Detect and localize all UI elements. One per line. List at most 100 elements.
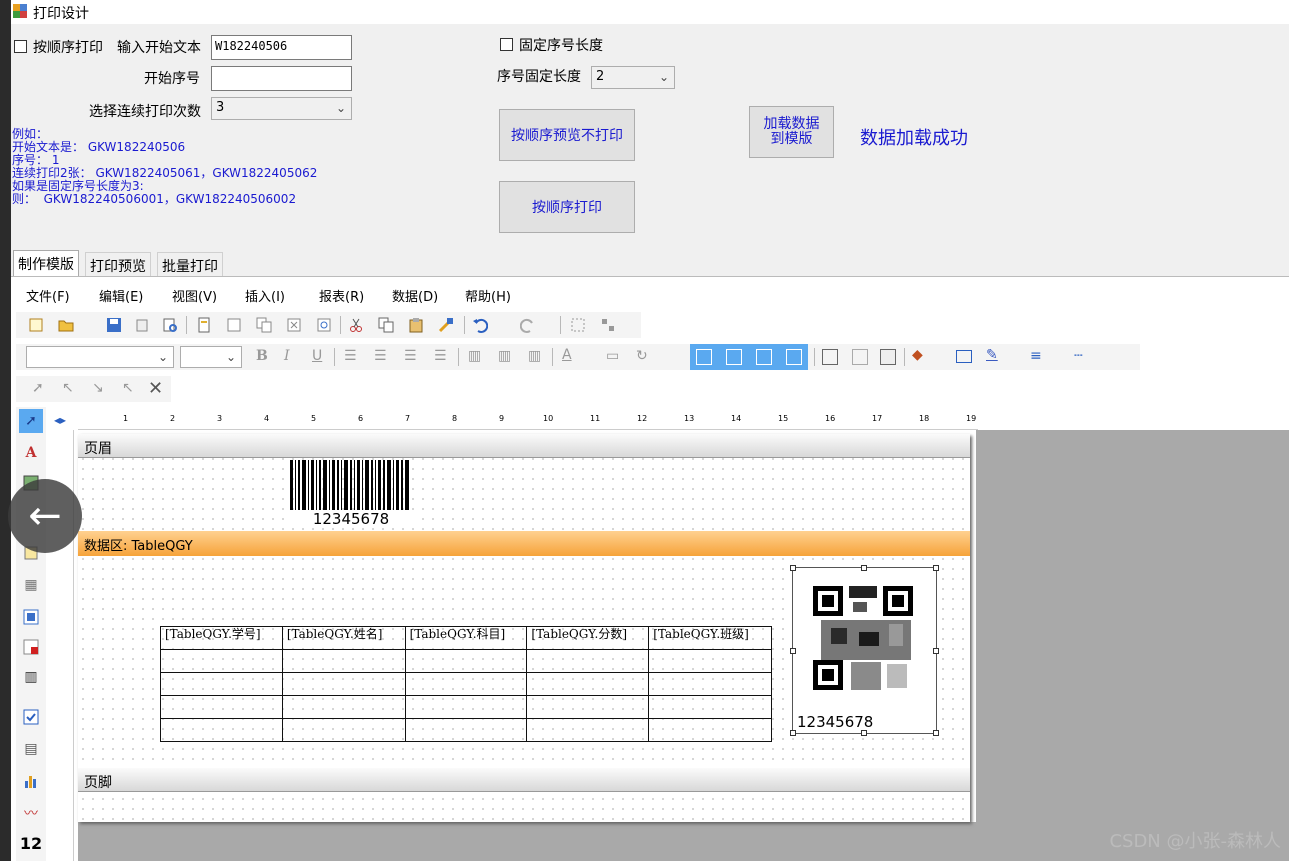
data-table[interactable]: [TableQGY.学号] [TableQGY.姓名] [TableQGY.科目… [160, 626, 772, 742]
italic-icon[interactable]: I [284, 348, 290, 364]
duplicate-icon[interactable] [256, 317, 272, 333]
table-header-cell[interactable]: [TableQGY.分数] [527, 626, 650, 650]
richtext-tool-icon[interactable]: ▤ [19, 737, 43, 761]
double-arrow-icon[interactable]: ↖ [122, 380, 134, 396]
text-box-icon[interactable]: ▭ [606, 348, 619, 364]
line-style-icon[interactable]: ┄ [1074, 348, 1082, 364]
table-cell[interactable] [160, 696, 283, 719]
menu-insert[interactable]: 插入(I) [245, 286, 285, 305]
menu-file[interactable]: 文件(F) [26, 286, 70, 305]
table-cell[interactable] [405, 696, 528, 719]
table-cell[interactable] [160, 650, 283, 673]
table-cell[interactable] [282, 650, 406, 673]
table-tool-icon[interactable]: ▦ [19, 573, 43, 597]
table-cell[interactable] [527, 719, 650, 742]
tab-batch-print[interactable]: 批量打印 [157, 252, 223, 276]
tab-print-preview[interactable]: 打印预览 [85, 252, 151, 276]
table-cell[interactable] [649, 719, 772, 742]
align-right-icon[interactable]: ☰ [404, 348, 417, 364]
header-band-title[interactable]: 页眉 [78, 434, 970, 458]
ruler-toggle-icon[interactable]: ◂▸ [54, 413, 66, 427]
resize-handle[interactable] [790, 648, 796, 654]
barcode-tool-icon[interactable]: ▥ [19, 665, 43, 689]
paste-icon[interactable] [408, 317, 424, 333]
cut-icon[interactable] [348, 317, 364, 333]
rotate-icon[interactable]: ↻ [636, 348, 648, 364]
start-text-input[interactable]: W182240506 [211, 35, 352, 60]
delete-page-icon[interactable] [286, 317, 302, 333]
table-cell[interactable] [282, 673, 406, 696]
undo-icon[interactable] [472, 317, 489, 333]
line-width-icon[interactable]: ≡ [1030, 348, 1042, 364]
back-arrow-icon[interactable]: ← [8, 479, 82, 553]
tab-design-template[interactable]: 制作模版 [13, 250, 79, 276]
find-icon[interactable] [316, 317, 332, 333]
table-cell[interactable] [649, 673, 772, 696]
menu-report[interactable]: 报表(R) [319, 286, 364, 305]
snap-grid-icon[interactable] [600, 317, 616, 333]
preview-button[interactable]: 按顺序预览不打印 [499, 109, 635, 161]
close-icon[interactable]: ✕ [148, 378, 163, 399]
resize-handle[interactable] [933, 648, 939, 654]
redo-icon[interactable] [519, 317, 536, 333]
sparkline-tool-icon[interactable]: 〰 [19, 801, 43, 825]
copy-page-icon[interactable] [134, 317, 150, 333]
copy-icon[interactable] [378, 317, 394, 333]
text-tool-icon[interactable]: A [19, 441, 43, 465]
start-seq-input[interactable] [211, 66, 352, 91]
border-all-icon[interactable] [696, 349, 712, 365]
resize-handle[interactable] [790, 730, 796, 736]
repeat-count-select[interactable]: 3 ⌄ [211, 97, 352, 120]
underline-icon[interactable]: U [312, 348, 322, 364]
table-cell[interactable] [160, 719, 283, 742]
arrow-tool-icon[interactable]: ↘ [92, 380, 104, 396]
valign-top-icon[interactable]: ▥ [468, 348, 481, 364]
table-header-cell[interactable]: [TableQGY.姓名] [282, 626, 406, 650]
save-icon[interactable] [106, 317, 122, 333]
font-name-select[interactable]: ⌄ [26, 346, 174, 368]
valign-bottom-icon[interactable]: ▥ [528, 348, 541, 364]
fixed-length-checkbox[interactable] [500, 38, 513, 51]
table-cell[interactable] [282, 719, 406, 742]
border-none-icon[interactable] [786, 349, 802, 365]
table-header-cell[interactable]: [TableQGY.班级] [649, 626, 772, 650]
table-cell-icon[interactable] [852, 349, 868, 365]
menu-edit[interactable]: 编辑(E) [99, 286, 143, 305]
pdf-tool-icon[interactable] [19, 635, 43, 659]
page-setup-icon[interactable] [196, 317, 212, 333]
font-color-icon[interactable]: A [562, 347, 572, 363]
pointer-icon[interactable]: ➚ [32, 380, 44, 396]
table-cell[interactable] [527, 650, 650, 673]
print-button[interactable]: 按顺序打印 [499, 181, 635, 233]
resize-handle[interactable] [933, 730, 939, 736]
resize-handle[interactable] [933, 565, 939, 571]
align-center-icon[interactable]: ☰ [374, 348, 387, 364]
menu-view[interactable]: 视图(V) [172, 286, 217, 305]
page-icon[interactable] [226, 317, 242, 333]
border-inner-icon[interactable] [756, 349, 772, 365]
new-icon[interactable] [28, 317, 44, 333]
resize-handle[interactable] [861, 565, 867, 571]
chart-tool-icon[interactable] [19, 769, 43, 793]
resize-handle[interactable] [861, 730, 867, 736]
seq-length-select[interactable]: 2 ⌄ [591, 66, 675, 89]
table-cell[interactable] [527, 696, 650, 719]
checkbox-tool-icon[interactable] [19, 705, 43, 729]
open-icon[interactable] [58, 317, 74, 333]
format-painter-icon[interactable] [438, 317, 454, 333]
barcode-element[interactable]: 12345678 [288, 460, 414, 532]
border-style-icon[interactable] [956, 350, 972, 363]
font-size-select[interactable]: ⌄ [180, 346, 242, 368]
table-cell[interactable] [405, 719, 528, 742]
menu-help[interactable]: 帮助(H) [465, 286, 511, 305]
justify-icon[interactable]: ☰ [434, 348, 447, 364]
align-left-icon[interactable]: ☰ [344, 348, 357, 364]
menu-data[interactable]: 数据(D) [392, 286, 438, 305]
table-header-cell[interactable]: [TableQGY.科目] [405, 626, 528, 650]
table-cell[interactable] [160, 673, 283, 696]
number-tool-icon[interactable]: 12 [19, 831, 43, 855]
footer-band-title[interactable]: 页脚 [78, 768, 970, 792]
pen-color-icon[interactable]: ✎ [986, 347, 998, 363]
seq-print-checkbox[interactable] [14, 40, 27, 53]
align-grid-icon[interactable] [570, 317, 586, 333]
